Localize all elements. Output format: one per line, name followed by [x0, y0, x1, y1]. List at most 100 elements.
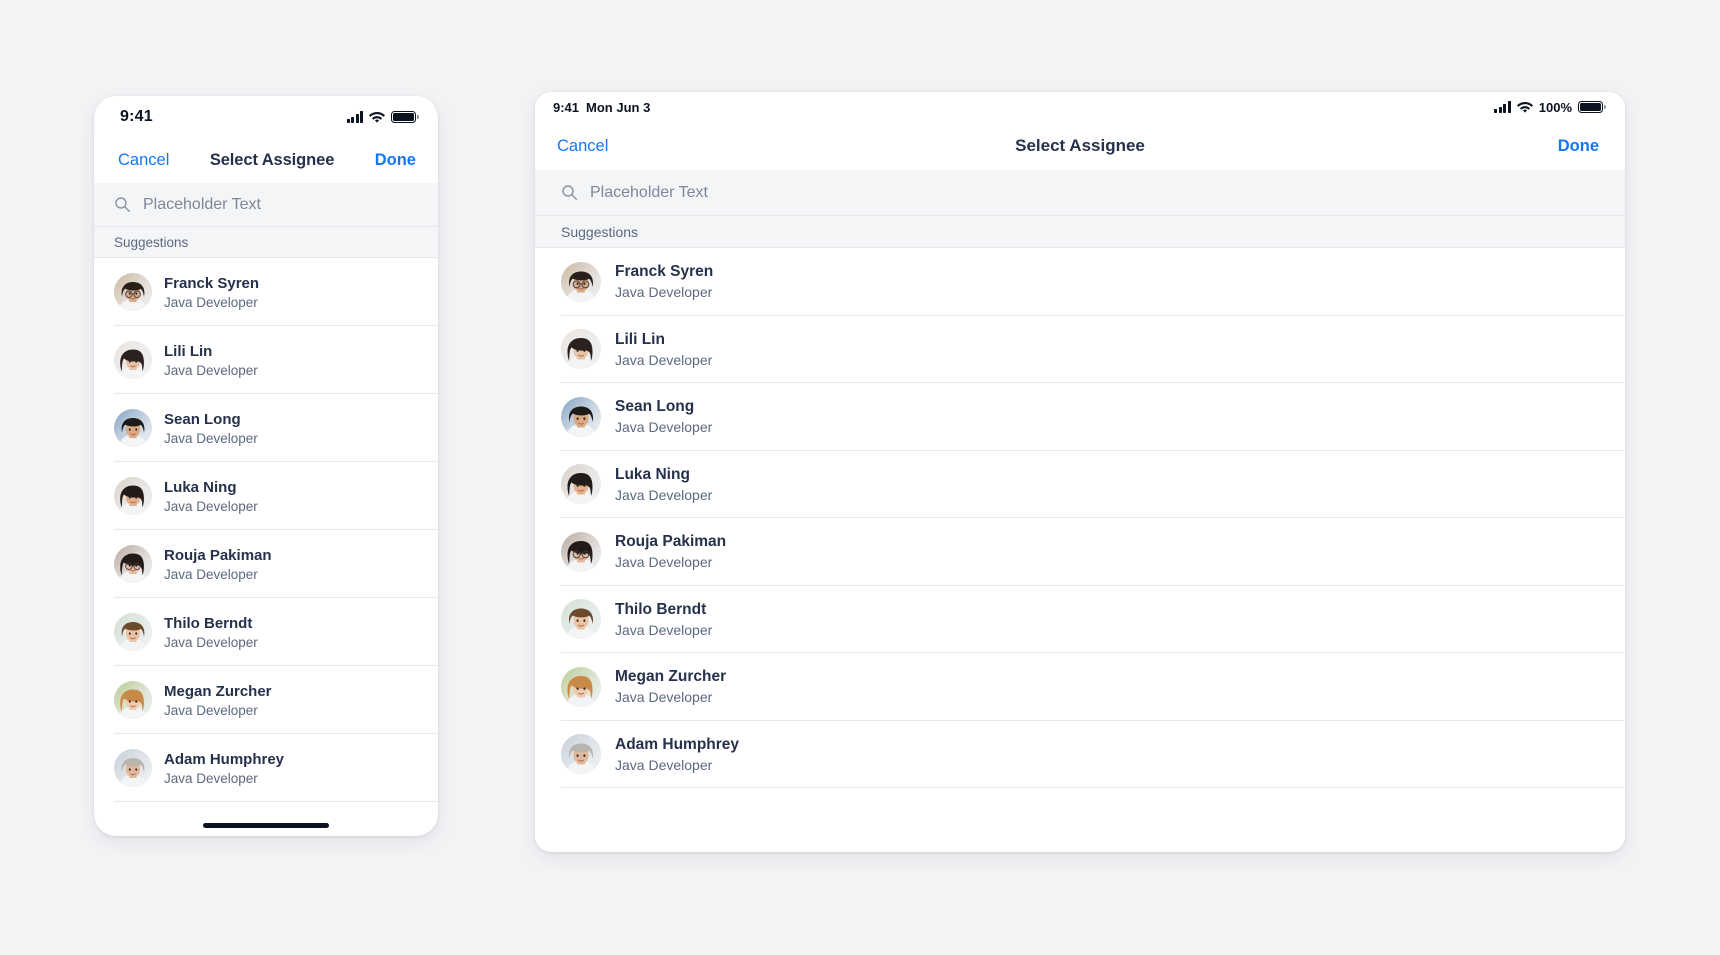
- home-indicator: [203, 823, 329, 828]
- person-role: Java Developer: [164, 634, 258, 650]
- person-name: Luka Ning: [615, 465, 690, 483]
- person-name: Rouja Pakiman: [615, 533, 727, 551]
- list-item[interactable]: Thilo Berndt Java Developer: [535, 585, 1625, 653]
- person-name: Sean Long: [164, 410, 241, 428]
- cancel-button[interactable]: Cancel: [118, 151, 169, 170]
- search-icon: [114, 196, 131, 213]
- list-item[interactable]: Thilo Berndt Java Developer: [94, 598, 438, 666]
- list-item-text: Adam Humphrey Java Developer: [615, 736, 739, 773]
- done-button[interactable]: Done: [375, 151, 416, 170]
- person-role: Java Developer: [615, 689, 713, 706]
- avatar-adam-humphrey: [561, 734, 601, 775]
- list-item-text: Sean Long Java Developer: [615, 398, 712, 435]
- battery-percent-label: 100%: [1538, 99, 1572, 115]
- phone-status-bar: 9:41: [94, 96, 438, 138]
- person-name: Adam Humphrey: [164, 750, 285, 768]
- phone-status-left: 9:41: [120, 108, 153, 126]
- person-name: Megan Zurcher: [164, 682, 272, 700]
- avatar-sean-long: [114, 409, 152, 447]
- person-role: Java Developer: [164, 498, 258, 514]
- tablet-device: 9:41 Mon Jun 3 100% Cancel Select Assign…: [535, 92, 1625, 852]
- avatar-thilo-berndt: [114, 613, 152, 651]
- search-input[interactable]: Placeholder Text: [590, 184, 708, 202]
- list-item[interactable]: Rouja Pakiman Java Developer: [535, 518, 1625, 586]
- cancel-button[interactable]: Cancel: [557, 137, 608, 156]
- person-name: Sean Long: [615, 398, 695, 416]
- avatar-thilo-berndt: [561, 599, 601, 640]
- avatar-franck-syren: [114, 273, 152, 311]
- avatar-franck-syren: [561, 261, 601, 302]
- person-name: Luka Ning: [164, 478, 237, 496]
- avatar-luka-ning: [114, 477, 152, 515]
- tablet-nav-bar: Cancel Select Assignee Done: [535, 122, 1625, 170]
- list-item-text: Megan Zurcher Java Developer: [615, 668, 726, 705]
- suggestions-label: Suggestions: [114, 234, 189, 250]
- page-title: Select Assignee: [1015, 136, 1145, 155]
- list-item-text: Rouja Pakiman Java Developer: [615, 533, 726, 570]
- battery-icon: [1578, 100, 1606, 114]
- list-item[interactable]: Sean Long Java Developer: [94, 394, 438, 462]
- screenshot-stage: 9:41 Cancel Select Assignee Done Placeho…: [0, 0, 1720, 955]
- suggestions-header: Suggestions: [94, 227, 438, 258]
- list-item-text: Thilo Berndt Java Developer: [164, 615, 258, 650]
- avatar-rouja-pakiman: [114, 545, 152, 583]
- tablet-search-bar[interactable]: Placeholder Text: [535, 170, 1625, 216]
- person-name: Rouja Pakiman: [164, 546, 272, 564]
- search-icon: [561, 184, 578, 201]
- page-title: Select Assignee: [209, 151, 335, 169]
- list-item-text: Franck Syren Java Developer: [164, 275, 259, 310]
- person-role: Java Developer: [164, 430, 258, 446]
- list-item[interactable]: Luka Ning Java Developer: [535, 450, 1625, 518]
- list-item[interactable]: Luka Ning Java Developer: [94, 462, 438, 530]
- person-role: Java Developer: [615, 351, 713, 368]
- status-date: Mon Jun 3: [586, 99, 651, 115]
- list-item[interactable]: Lili Lin Java Developer: [535, 315, 1625, 383]
- list-item-text: Franck Syren Java Developer: [615, 263, 713, 300]
- avatar-megan-zurcher: [114, 681, 152, 719]
- avatar-lili-lin: [561, 329, 601, 370]
- list-item[interactable]: Franck Syren Java Developer: [94, 258, 438, 326]
- person-role: Java Developer: [164, 362, 258, 378]
- tablet-people-list: Franck Syren Java Developer Lili Lin Java D…: [535, 248, 1625, 788]
- cellular-signal-icon: [1494, 101, 1511, 113]
- person-role: Java Developer: [164, 294, 258, 310]
- avatar-lili-lin: [114, 341, 152, 379]
- phone-device: 9:41 Cancel Select Assignee Done Placeho…: [94, 96, 438, 836]
- phone-list-scroll[interactable]: Franck Syren Java Developer Lili Lin Java D…: [94, 258, 438, 836]
- list-item[interactable]: Megan Zurcher Java Developer: [94, 666, 438, 734]
- wifi-icon: [369, 111, 385, 123]
- list-item[interactable]: Megan Zurcher Java Developer: [535, 653, 1625, 721]
- person-role: Java Developer: [615, 621, 713, 638]
- avatar-adam-humphrey: [114, 749, 152, 787]
- person-name: Adam Humphrey: [615, 735, 740, 753]
- person-role: Java Developer: [615, 486, 713, 503]
- list-item[interactable]: Franck Syren Java Developer: [535, 248, 1625, 316]
- search-input[interactable]: Placeholder Text: [143, 196, 261, 214]
- list-item-text: Lili Lin Java Developer: [615, 331, 712, 368]
- list-item[interactable]: Sean Long Java Developer: [535, 383, 1625, 451]
- phone-search-bar[interactable]: Placeholder Text: [94, 183, 438, 227]
- person-name: Franck Syren: [164, 274, 260, 292]
- list-item-text: Rouja Pakiman Java Developer: [164, 547, 272, 582]
- person-role: Java Developer: [615, 554, 713, 571]
- avatar-rouja-pakiman: [561, 531, 601, 572]
- list-item[interactable]: Lili Lin Java Developer: [94, 326, 438, 394]
- person-role: Java Developer: [164, 566, 258, 582]
- list-item[interactable]: Adam Humphrey Java Developer: [535, 720, 1625, 788]
- list-item-text: Thilo Berndt Java Developer: [615, 601, 712, 638]
- done-button[interactable]: Done: [1558, 137, 1599, 156]
- person-name: Lili Lin: [164, 342, 213, 360]
- tablet-list-scroll[interactable]: Franck Syren Java Developer Lili Lin Java D…: [535, 248, 1625, 852]
- avatar-sean-long: [561, 396, 601, 437]
- tablet-status-left: 9:41 Mon Jun 3: [553, 100, 650, 115]
- list-item-text: Sean Long Java Developer: [164, 411, 258, 446]
- suggestions-label: Suggestions: [561, 223, 639, 240]
- person-name: Franck Syren: [615, 263, 714, 281]
- person-name: Lili Lin: [615, 330, 665, 348]
- list-item[interactable]: Adam Humphrey Java Developer: [94, 734, 438, 802]
- person-role: Java Developer: [164, 702, 258, 718]
- person-role: Java Developer: [164, 770, 258, 786]
- row-divider: [561, 787, 1625, 788]
- list-item[interactable]: Rouja Pakiman Java Developer: [94, 530, 438, 598]
- suggestions-header: Suggestions: [535, 216, 1625, 248]
